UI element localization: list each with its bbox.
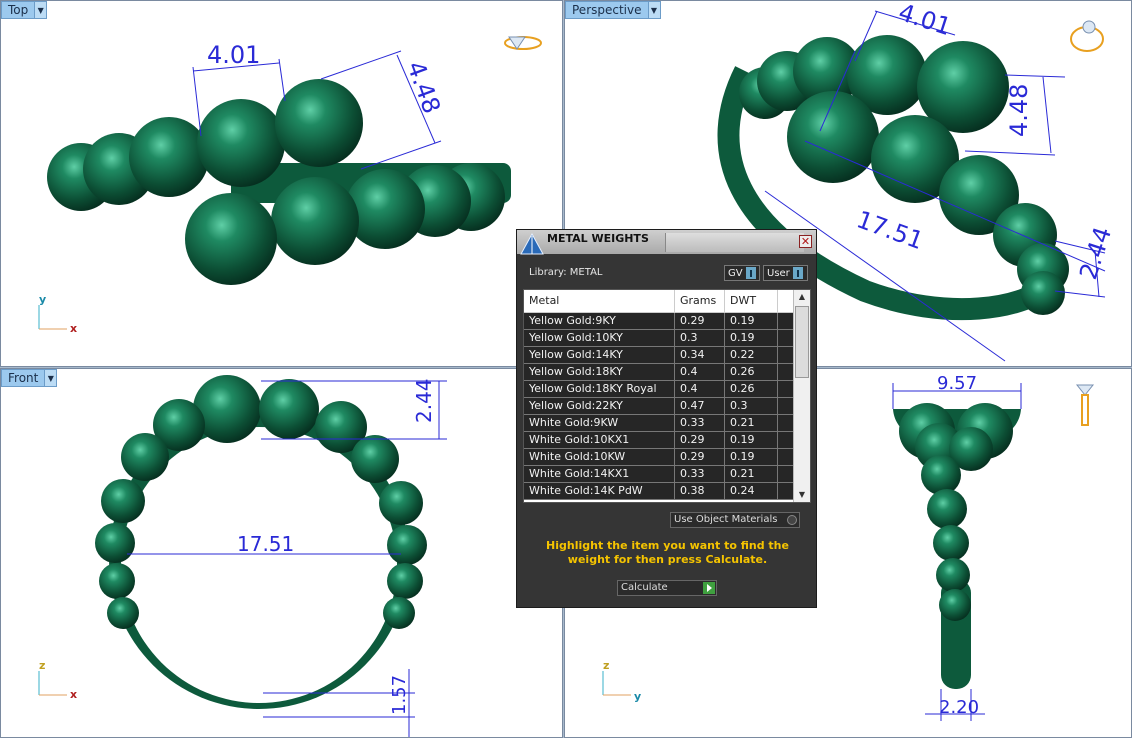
gem-sphere — [271, 177, 359, 265]
gem-sphere — [939, 589, 971, 621]
gem-sphere — [275, 79, 363, 167]
dim-label-side: 2.44 — [1074, 223, 1117, 282]
instruction-message: Highlight the item you want to find the … — [546, 539, 789, 566]
dialog-tab-strip — [665, 233, 804, 252]
column-header-dwt[interactable]: DWT — [725, 290, 778, 312]
play-icon[interactable] — [703, 582, 715, 594]
dialog-titlebar[interactable]: METAL WEIGHTS ✕ — [517, 230, 816, 254]
scale-icon — [520, 232, 544, 255]
table-row[interactable]: White Gold:9KW 0.33 0.21 — [524, 415, 794, 432]
svg-text:y: y — [39, 293, 46, 306]
use-object-materials-toggle[interactable]: Use Object Materials — [670, 512, 800, 528]
scrollbar-thumb[interactable] — [795, 306, 809, 378]
dim-label-height: 4.48 — [401, 57, 446, 117]
table-row[interactable]: Yellow Gold:18KY Royal 0.4 0.26 — [524, 381, 794, 398]
dim-label-width: 9.57 — [937, 373, 977, 394]
gem-sphere — [787, 91, 879, 183]
dim-label-band: 1.57 — [389, 675, 410, 715]
svg-text:z: z — [39, 659, 45, 672]
gem-sphere — [1021, 271, 1065, 315]
dim-label-diameter: 17.51 — [237, 532, 294, 556]
scroll-up-icon[interactable]: ▲ — [794, 290, 810, 304]
library-label: Library: METAL — [529, 267, 603, 278]
tab-perspective-label: Perspective — [572, 3, 642, 17]
user-toggle[interactable]: User — [763, 265, 808, 281]
toggle-knob-icon — [792, 267, 803, 279]
table-row[interactable]: White Gold:10KX1 0.29 0.19 — [524, 432, 794, 449]
table-row[interactable]: Yellow Gold:22KY 0.47 0.3 — [524, 398, 794, 415]
calculate-button[interactable]: Calculate — [617, 580, 717, 596]
table-row[interactable]: Yellow Gold:18KY 0.4 0.26 — [524, 364, 794, 381]
gem-sphere — [185, 193, 277, 285]
metal-weights-dialog[interactable]: METAL WEIGHTS ✕ Library: METAL GV User M… — [516, 229, 817, 608]
dim-label-width: 4.01 — [895, 1, 954, 41]
gem-sphere — [921, 455, 961, 495]
dim-label-width: 4.01 — [207, 41, 260, 69]
ring-icon — [1075, 384, 1095, 426]
table-row[interactable]: Yellow Gold:14KY 0.34 0.22 — [524, 347, 794, 364]
tab-perspective[interactable]: Perspective ▼ — [565, 1, 661, 19]
metal-table[interactable]: Metal Grams DWT Yellow Gold:9KY 0.29 0.19 … — [523, 289, 811, 503]
gem-sphere — [933, 525, 969, 561]
ring-icon — [504, 36, 542, 50]
close-icon[interactable]: ✕ — [799, 235, 812, 248]
tab-front-label: Front — [8, 371, 39, 385]
chevron-down-icon[interactable]: ▼ — [34, 2, 47, 18]
svg-text:x: x — [70, 688, 77, 701]
column-header-grams[interactable]: Grams — [675, 290, 725, 312]
chevron-down-icon[interactable]: ▼ — [647, 2, 660, 18]
svg-text:y: y — [634, 690, 641, 703]
dim-label-height: 2.44 — [412, 378, 436, 423]
viewport-front[interactable]: 17.51 2.44 1.57 z x Front ▼ — [0, 368, 563, 738]
dim-label-base: 2.20 — [939, 697, 979, 718]
table-row[interactable]: White Gold:14K PdW 0.38 0.24 — [524, 483, 794, 500]
table-row[interactable]: Yellow Gold:9KY 0.29 0.19 — [524, 313, 794, 330]
dim-label-height: 4.48 — [1005, 84, 1033, 137]
svg-text:z: z — [603, 659, 609, 672]
axis-triad: y x — [38, 293, 77, 335]
ring-icon — [1070, 20, 1104, 52]
gem-sphere — [197, 99, 285, 187]
axis-triad: z x — [38, 659, 77, 701]
dim-label-diameter: 17.51 — [853, 205, 927, 255]
gem-sphere — [129, 117, 209, 197]
radio-icon[interactable] — [787, 515, 797, 525]
viewport-top[interactable]: 4.01 4.48 y x Top ▼ — [0, 0, 563, 367]
table-body: Yellow Gold:9KY 0.29 0.19 Yellow Gold:10KY… — [524, 313, 794, 500]
table-row[interactable]: White Gold:14KX1 0.33 0.21 — [524, 466, 794, 483]
table-row[interactable]: Yellow Gold:10KY 0.3 0.19 — [524, 330, 794, 347]
tab-front[interactable]: Front ▼ — [1, 369, 58, 387]
scroll-down-icon[interactable]: ▼ — [794, 488, 810, 502]
tab-top-label: Top — [8, 3, 29, 17]
gem-sphere — [936, 558, 970, 592]
column-header-metal[interactable]: Metal — [524, 290, 675, 312]
table-scrollbar[interactable]: ▲ ▼ — [793, 290, 810, 502]
toggle-knob-icon — [745, 267, 756, 279]
table-row[interactable]: White Gold:10KW 0.29 0.19 — [524, 449, 794, 466]
table-header: Metal Grams DWT — [524, 290, 794, 313]
dialog-title: METAL WEIGHTS — [547, 232, 649, 245]
top-view-canvas: 4.01 4.48 y x — [38, 36, 542, 335]
axis-triad: z y — [602, 659, 641, 703]
svg-text:x: x — [70, 322, 77, 335]
front-view-canvas: 17.51 2.44 1.57 z x — [38, 375, 447, 737]
gem-sphere — [927, 489, 967, 529]
chevron-down-icon[interactable]: ▼ — [44, 370, 57, 386]
tab-top[interactable]: Top ▼ — [1, 1, 48, 19]
gv-toggle[interactable]: GV — [724, 265, 760, 281]
